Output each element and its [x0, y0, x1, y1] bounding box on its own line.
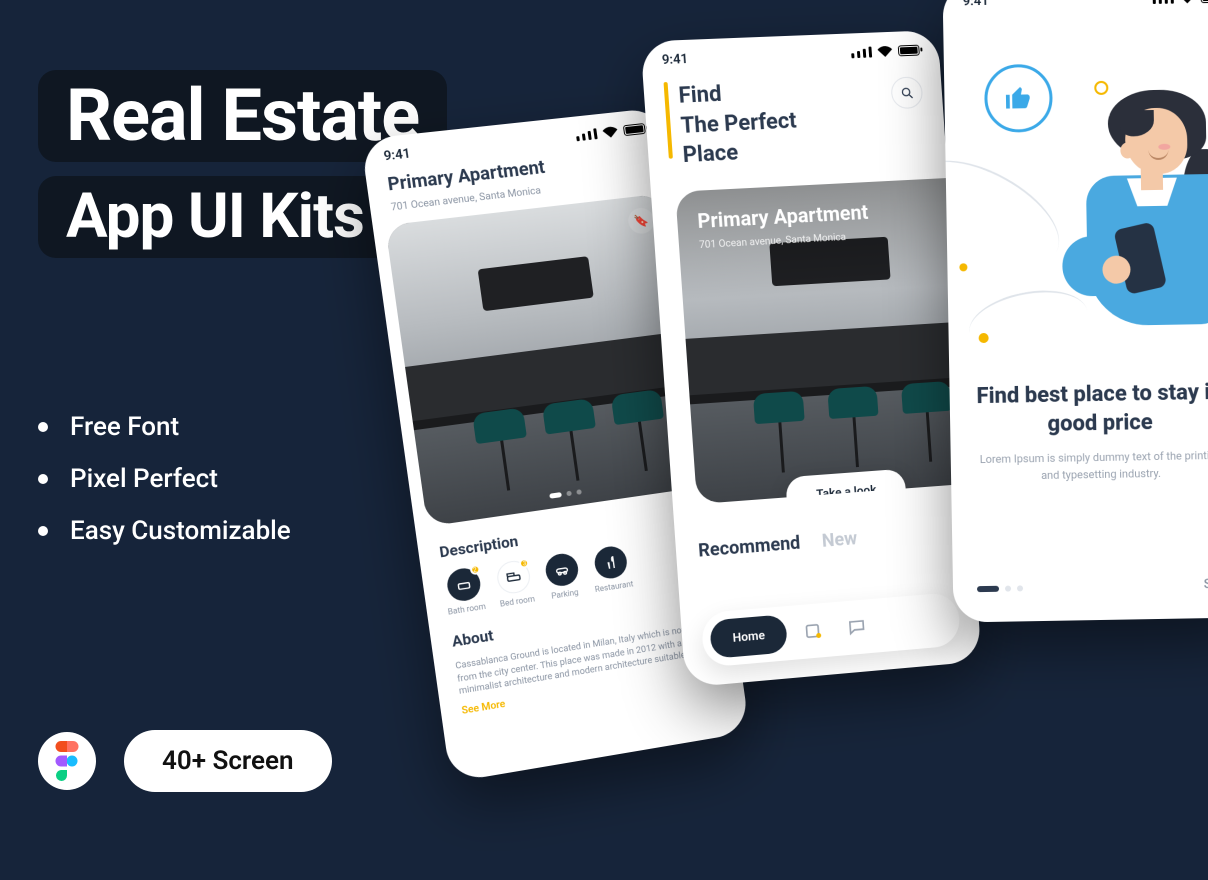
chip-bathroom[interactable]: 2Bath room: [442, 566, 486, 617]
signal-icon: [1153, 0, 1174, 4]
see-more-link[interactable]: See More: [461, 699, 506, 717]
title-1: Real Estate: [66, 80, 419, 152]
phone-home: 9:41 Find The Perfect Place Primary Apar…: [640, 30, 981, 688]
person-illustration: [1029, 79, 1208, 383]
battery-icon: [623, 123, 646, 136]
tab-new[interactable]: New: [821, 528, 858, 552]
status-icons: [575, 123, 646, 141]
footer: 40+ Screen: [38, 730, 332, 792]
nav-map-icon[interactable]: [796, 613, 832, 650]
status-time: 9:41: [383, 146, 412, 164]
screen-count-badge: 40+ Screen: [124, 730, 332, 792]
title-pill-2: App UI Kits: [38, 176, 392, 258]
status-time: 9:41: [963, 0, 989, 9]
page-dots[interactable]: [977, 585, 1023, 592]
nav-chat-icon[interactable]: [839, 609, 875, 646]
title-2: App UI Kits: [66, 186, 364, 248]
wifi-icon: [1180, 0, 1195, 4]
status-icons: [1153, 0, 1208, 4]
feature-item: Easy Customizable: [38, 516, 447, 546]
property-card[interactable]: Primary Apartment 701 Ocean avenue, Sant…: [675, 177, 981, 504]
phone-onboarding: 9:41 Find best place to stay in good pri…: [942, 0, 1208, 623]
wifi-icon: [877, 46, 892, 57]
card-address: 701 Ocean avenue, Santa Monica: [699, 232, 847, 251]
feature-list: Free Font Pixel Perfect Easy Customizabl…: [38, 412, 447, 546]
home-heading: Find The Perfect Place: [678, 77, 800, 172]
feature-item: Pixel Perfect: [38, 464, 447, 494]
signal-icon: [851, 47, 872, 59]
tab-recommend[interactable]: Recommend: [698, 533, 801, 562]
nav-home[interactable]: Home: [709, 614, 788, 659]
accent-bar: [664, 82, 673, 159]
signal-icon: [575, 128, 597, 141]
battery-icon: [1201, 0, 1208, 3]
status-time: 9:41: [661, 52, 688, 68]
onboarding-text: Lorem Ipsum is simply dummy text of the …: [950, 436, 1208, 498]
skip-button[interactable]: Skip: [1204, 577, 1208, 592]
search-icon: [899, 85, 915, 100]
phone-stage: 9:41 Primary Apartment 701 Ocean avenue,…: [408, 0, 1208, 880]
feature-item: Free Font: [38, 412, 447, 442]
chip-parking[interactable]: Parking: [543, 552, 581, 601]
status-icons: [851, 45, 920, 59]
chip-bedroom[interactable]: 3Bed room: [494, 559, 535, 609]
onboarding-heading: Find best place to stay in good price: [949, 378, 1208, 440]
wifi-icon: [602, 126, 618, 138]
battery-icon: [898, 45, 920, 57]
bottom-nav: Home: [701, 592, 961, 668]
onboarding-illustration: [943, 8, 1208, 383]
chip-restaurant[interactable]: Restaurant: [589, 544, 634, 594]
figma-icon: [38, 732, 96, 790]
card-title: Primary Apartment: [697, 196, 955, 233]
